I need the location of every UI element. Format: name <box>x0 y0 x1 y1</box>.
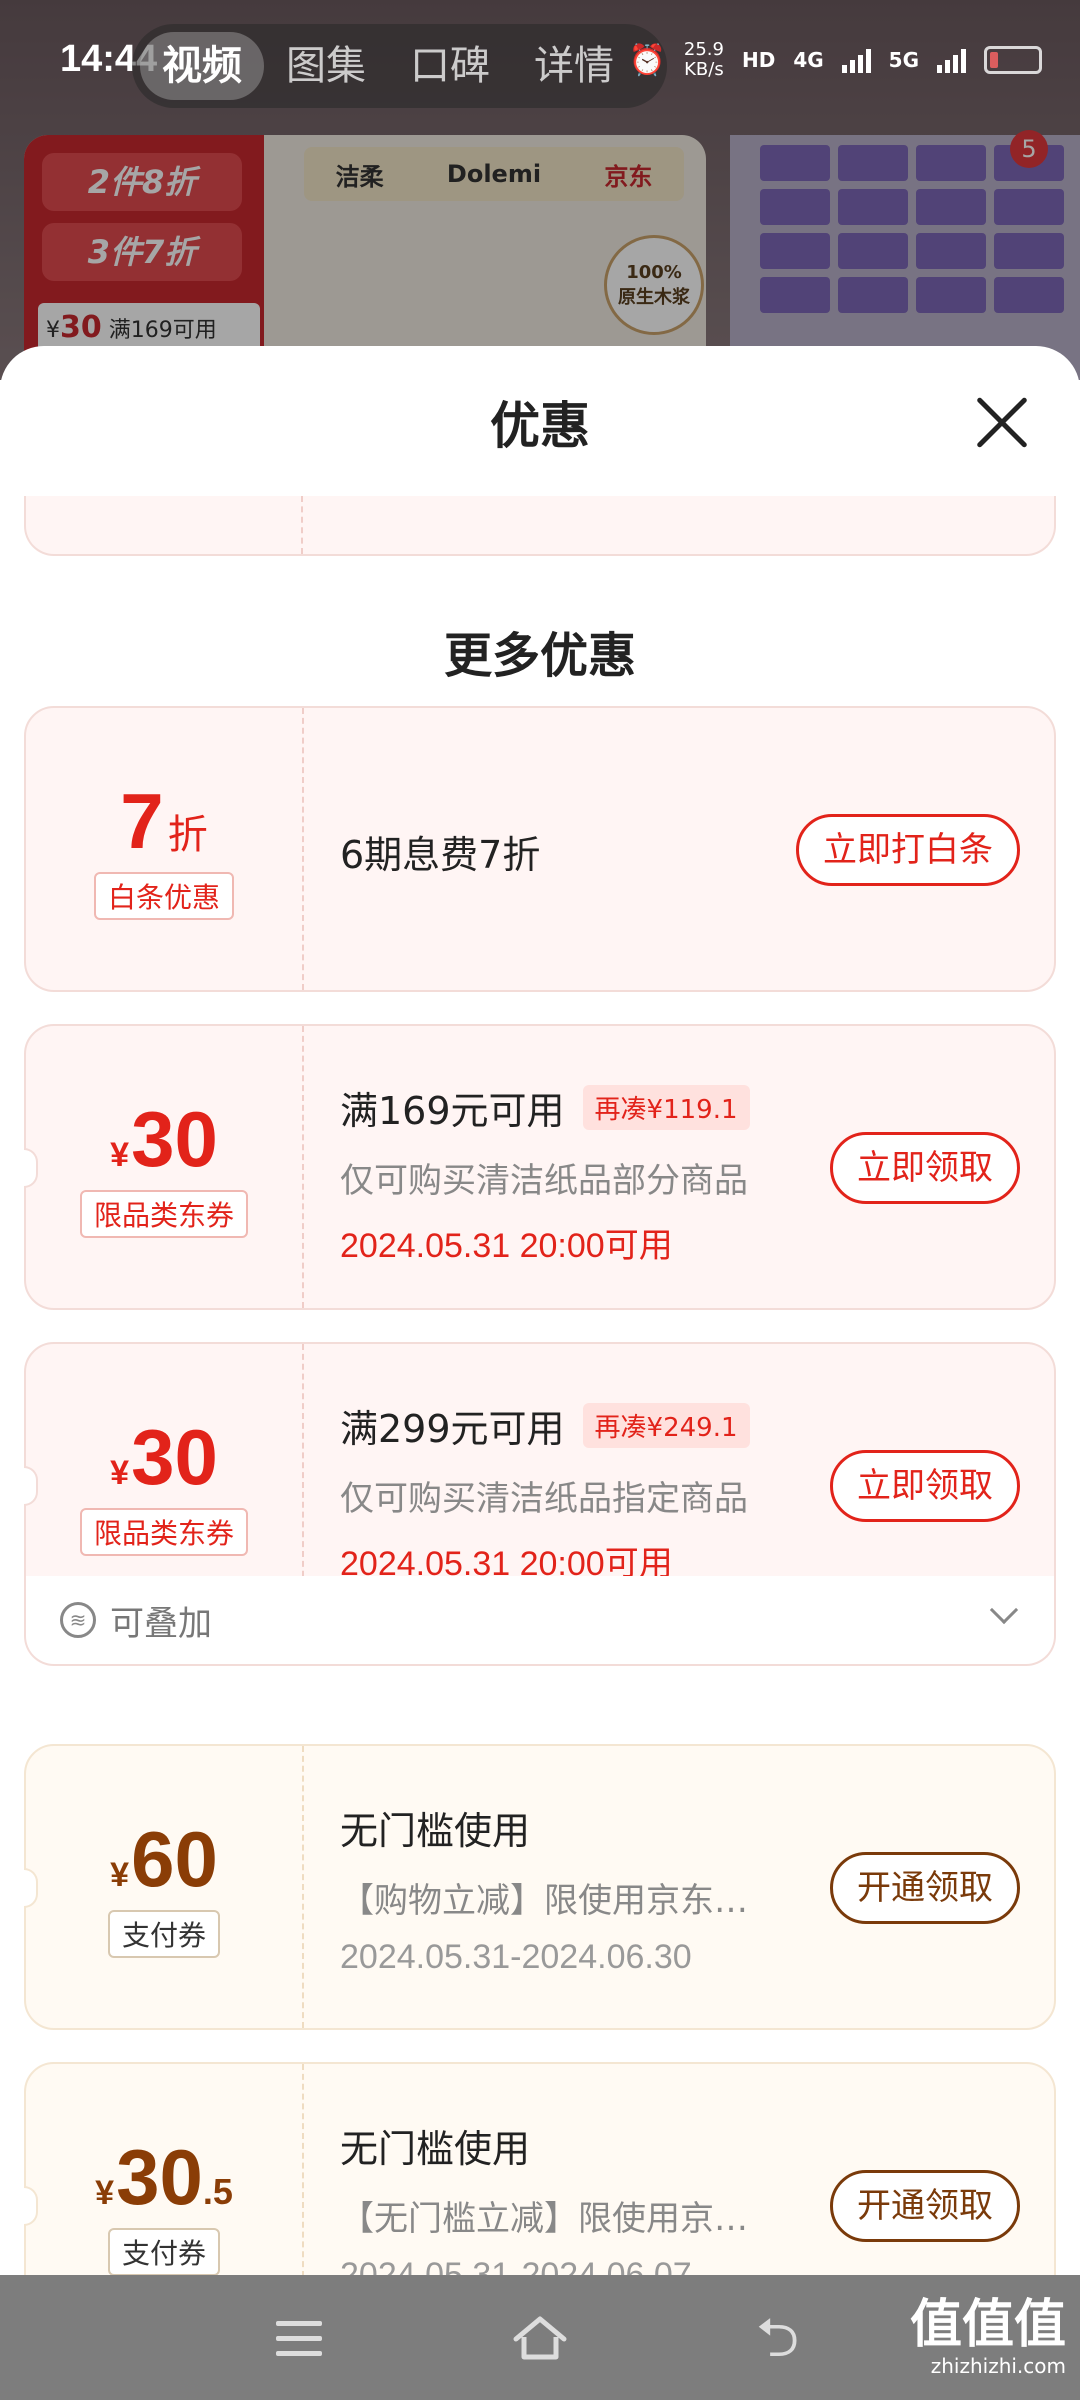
remaining-amount-chip: 再凑¥119.1 <box>582 1085 750 1130</box>
watermark-logo: 值值值 <box>909 2295 1066 2355</box>
coupon-amount: 30 <box>116 2133 203 2221</box>
tab-details[interactable]: 详情 <box>512 32 636 100</box>
coupon-card-pay-30-5: ¥ 30 .5 支付券 无门槛使用 【无门槛立减】限使用京… 2024.05.3… <box>24 2062 1056 2276</box>
coupon-amount-decimal: .5 <box>202 2171 233 2212</box>
product-page-background: 2件8折 3件7折 ¥30 满169可用 洁柔 Dolemi 京东 100% 原… <box>0 0 1080 380</box>
product-tabs: 视频 图集 口碑 详情 <box>132 24 667 108</box>
coupon-type-tag: 限品类东券 <box>79 1508 248 1556</box>
previous-coupon-card <box>24 496 1056 556</box>
network-4g-label: 4G <box>793 48 824 72</box>
coupon-type-tag: 白条优惠 <box>93 872 234 920</box>
use-baitiao-button[interactable]: 立即打白条 <box>796 814 1020 886</box>
net-speed-value: 25.9 <box>683 39 724 60</box>
watermark: 值值值 zhizhizhi.com <box>910 2295 1066 2377</box>
tab-video[interactable]: 视频 <box>140 32 264 100</box>
coupon-scope: 仅可购买清洁纸品部分商品 <box>340 1161 748 1201</box>
coupon-amount: 30 <box>131 1413 218 1501</box>
coupon-info: 无门槛使用 【购物立减】限使用京东… 2024.05.31-2024.06.30 <box>340 1800 748 1977</box>
hd-icon: HD <box>741 48 776 72</box>
net-speed: 25.9 KB/s <box>684 40 724 80</box>
watermark-url: zhizhizhi.com <box>930 2354 1066 2378</box>
discount-sheet: 优惠 更多优惠 7 折 白条优惠 6期息费7折 立即打白条 ¥ 30 限品类东券 <box>0 346 1080 2276</box>
remaining-amount-chip: 再凑¥249.1 <box>582 1403 750 1448</box>
sheet-header: 优惠 <box>0 346 1080 496</box>
coupon-value: ¥ 30 限品类东券 <box>26 1026 302 1308</box>
currency-symbol: ¥ <box>95 2174 115 2212</box>
claim-button[interactable]: 立即领取 <box>830 1450 1020 1522</box>
coupon-info: 无门槛使用 【无门槛立减】限使用京… 2024.05.31-2024.06.07 <box>340 2118 748 2276</box>
coupon-scope: 【无门槛立减】限使用京… <box>340 2199 748 2239</box>
signal-icon <box>841 47 871 73</box>
currency-symbol: ¥ <box>110 1136 130 1174</box>
stackable-toggle[interactable]: ≋ 可叠加 <box>24 1576 1056 1666</box>
home-icon[interactable] <box>510 2313 570 2363</box>
coupon-card-pay-60: ¥ 60 支付券 无门槛使用 【购物立减】限使用京东… 2024.05.31-2… <box>24 1744 1056 2030</box>
coupon-scope: 【购物立减】限使用京东… <box>340 1881 748 1921</box>
network-5g-label: 5G <box>888 48 919 72</box>
coupon-type-tag: 限品类东券 <box>79 1190 248 1238</box>
chevron-down-icon <box>989 1595 1019 1625</box>
coupon-scope: 仅可购买清洁纸品指定商品 <box>340 1479 748 1519</box>
coupon-info: 满169元可用 再凑¥119.1 仅可购买清洁纸品部分商品 2024.05.31… <box>340 1080 750 1267</box>
coupon-unit: 折 <box>167 812 208 858</box>
coupon-amount: 7 <box>120 777 164 865</box>
section-title: 更多优惠 <box>443 628 636 684</box>
coupon-title: 无门槛使用 <box>340 2127 531 2171</box>
sheet-title: 优惠 <box>490 397 590 455</box>
coupon-amount: 30 <box>131 1095 218 1183</box>
coupon-amount: 60 <box>131 1815 218 1903</box>
coupon-title: 无门槛使用 <box>340 1809 531 1853</box>
currency-symbol: ¥ <box>110 1454 130 1492</box>
stack-icon: ≋ <box>60 1602 96 1638</box>
coupon-value: ¥ 30 .5 支付券 <box>26 2064 302 2276</box>
close-icon[interactable] <box>974 394 1030 450</box>
coupon-value: 7 折 白条优惠 <box>26 708 302 990</box>
tab-reviews[interactable]: 口碑 <box>388 32 512 100</box>
claim-button[interactable]: 立即领取 <box>830 1132 1020 1204</box>
coupon-type-tag: 支付券 <box>107 2228 220 2276</box>
coupon-info: 6期息费7折 <box>340 824 540 879</box>
tab-gallery[interactable]: 图集 <box>264 32 388 100</box>
activate-claim-button[interactable]: 开通领取 <box>830 2170 1020 2242</box>
net-speed-unit: KB/s <box>684 59 724 80</box>
stackable-label: 可叠加 <box>110 1604 212 1644</box>
coupon-value: ¥ 60 支付券 <box>26 1746 302 2028</box>
activate-claim-button[interactable]: 开通领取 <box>830 1852 1020 1924</box>
coupon-date: 2024.05.31-2024.06.30 <box>340 1938 692 1976</box>
coupon-card-baitiao: 7 折 白条优惠 6期息费7折 立即打白条 <box>24 706 1056 992</box>
battery-icon <box>984 46 1042 74</box>
coupon-title: 6期息费7折 <box>340 833 541 877</box>
currency-symbol: ¥ <box>110 1856 130 1894</box>
coupon-title: 满299元可用 <box>340 1407 565 1451</box>
coupon-date: 2024.05.31 20:00可用 <box>340 1227 673 1265</box>
menu-icon[interactable] <box>276 2321 322 2366</box>
status-icons: ⏰ 25.9 KB/s HD 4G 5G <box>629 40 1042 80</box>
signal-icon-2 <box>937 47 966 73</box>
coupon-type-tag: 支付券 <box>107 1910 220 1958</box>
coupon-date: 2024.05.31-2024.06.07 <box>340 2256 692 2276</box>
alarm-icon: ⏰ <box>628 42 666 78</box>
coupon-info: 满299元可用 再凑¥249.1 仅可购买清洁纸品指定商品 2024.05.31… <box>340 1398 750 1585</box>
status-bar: 14:44 视频 图集 口碑 详情 ⏰ 25.9 KB/s HD 4G 5G <box>0 0 1080 120</box>
coupon-title: 满169元可用 <box>340 1089 565 1133</box>
coupon-card-jd-169: ¥ 30 限品类东券 满169元可用 再凑¥119.1 仅可购买清洁纸品部分商品… <box>24 1024 1056 1310</box>
system-nav-bar: ⮌ 值值值 zhizhizhi.com <box>0 2275 1080 2400</box>
back-icon[interactable]: ⮌ <box>756 2311 799 2365</box>
